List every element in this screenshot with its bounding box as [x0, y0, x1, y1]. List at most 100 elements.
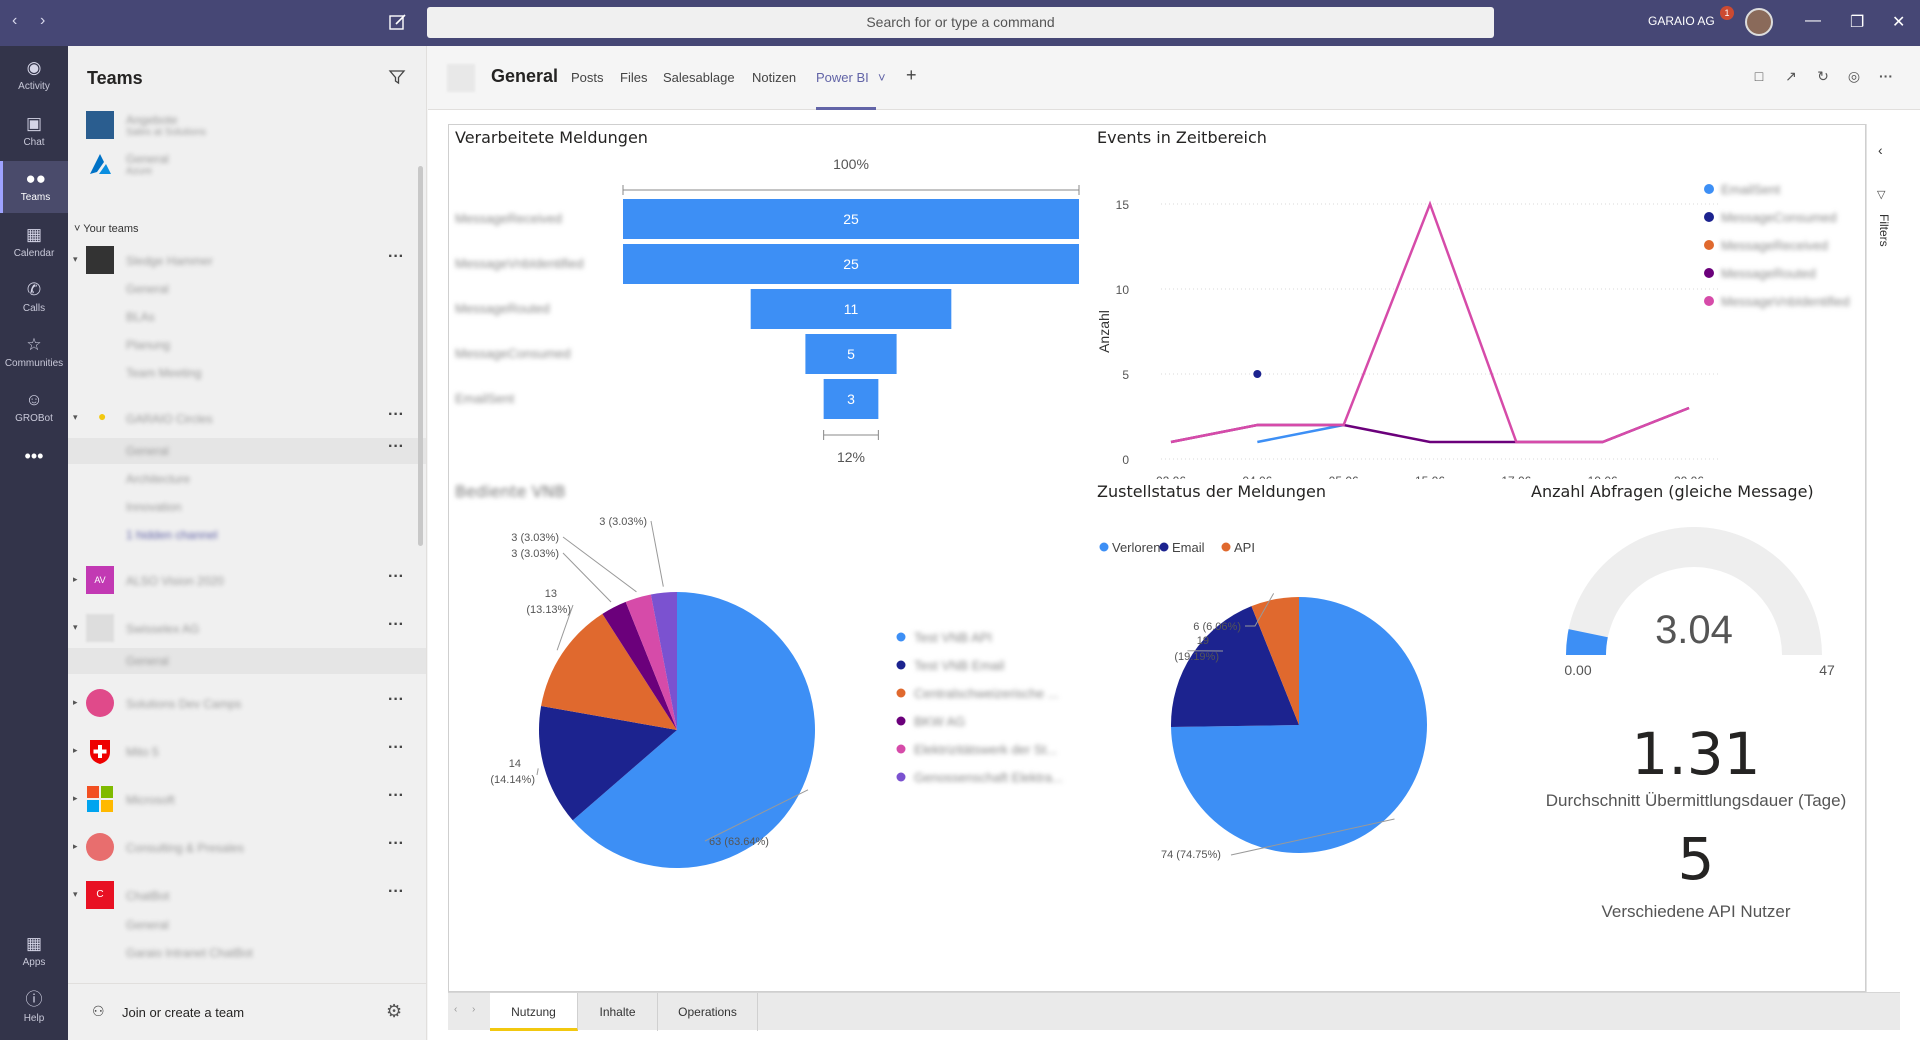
more-options-icon[interactable]: ···: [388, 438, 404, 456]
channel-item[interactable]: Team Meeting: [68, 360, 426, 386]
kpi-avg-label: Durchschnitt Übermittlungsdauer (Tage): [1545, 791, 1847, 810]
team-item[interactable]: ▾ Swisselex AG ···: [68, 614, 426, 642]
funnel-chart[interactable]: 100% 25 MessageReceived 25 MessageVnbIdentif…: [449, 149, 1089, 479]
channel-item[interactable]: Planung: [68, 332, 426, 358]
more-options-icon[interactable]: ···: [388, 248, 404, 266]
section-label: Your teams: [83, 223, 139, 235]
back-arrow-icon[interactable]: ‹: [12, 12, 17, 30]
more-options-icon[interactable]: ···: [388, 883, 404, 901]
rail-calls[interactable]: ✆ Calls: [0, 272, 68, 324]
channel-name: General: [126, 654, 169, 668]
org-switcher[interactable]: GARAIO AG: [1648, 14, 1715, 28]
expand-icon[interactable]: ↗: [1783, 68, 1799, 84]
tab-power-bi[interactable]: Power BI: [816, 70, 869, 85]
gauge-max-label: 47: [1819, 662, 1835, 675]
channel-item[interactable]: BLAs: [68, 304, 426, 330]
forward-arrow-icon[interactable]: ›: [40, 12, 45, 30]
team-item[interactable]: ▾ C ChatBot ···: [68, 881, 426, 909]
channel-name: General: [126, 282, 169, 296]
restore-icon[interactable]: ❐: [1850, 12, 1864, 32]
title-bar: ‹ › Search for or type a command GARAIO …: [0, 0, 1920, 46]
more-options-icon[interactable]: ···: [1878, 68, 1894, 84]
add-tab-icon[interactable]: +: [906, 65, 917, 86]
pie-chart-status[interactable]: Verloren Email API 74 (74.75%) 19 (19.19%) 6 (…: [1089, 505, 1519, 985]
minimize-icon[interactable]: —: [1805, 12, 1821, 30]
pie-data-label: (19.19%): [1174, 651, 1219, 663]
y-axis-title: Anzahl: [1096, 310, 1112, 353]
pie-chart-vnb[interactable]: 63 (63.64%) Test VNB API 14 (14.14%) Test VN…: [449, 505, 1089, 985]
kpi-users-label: Verschiedene API Nutzer: [1601, 902, 1791, 921]
more-options-icon[interactable]: ···: [388, 787, 404, 805]
channel-item[interactable]: Innovation: [68, 494, 426, 520]
tab-notizen[interactable]: Notizen: [752, 70, 796, 85]
team-item[interactable]: ▾ ● GARAIO Circles ···: [68, 406, 426, 432]
rail-apps[interactable]: ▦ Apps: [0, 926, 68, 978]
page-tab-operations[interactable]: Operations: [658, 993, 758, 1031]
chevron-right-icon[interactable]: ›: [472, 1004, 475, 1015]
rail-activity[interactable]: ◉ Activity: [0, 50, 68, 102]
more-options-icon[interactable]: ···: [388, 568, 404, 586]
more-options-icon[interactable]: ···: [388, 739, 404, 757]
close-icon[interactable]: ✕: [1892, 12, 1905, 32]
team-item[interactable]: ▾ Sledge Hammer ···: [68, 246, 426, 274]
more-options-icon[interactable]: ···: [388, 616, 404, 634]
team-logo: [86, 246, 114, 274]
pie-data-label: 3 (3.03%): [511, 548, 559, 560]
gear-icon[interactable]: ⚙: [386, 1001, 402, 1022]
tab-posts[interactable]: Posts: [571, 70, 604, 85]
more-apps-button[interactable]: •••: [0, 446, 68, 498]
legend-marker: [1704, 240, 1714, 250]
channel-item[interactable]: General: [68, 276, 426, 302]
channel-item[interactable]: Garaio Intranet ChatBot: [68, 940, 426, 966]
chevron-left-icon[interactable]: ‹: [454, 1004, 457, 1015]
channel-item[interactable]: General: [68, 912, 426, 938]
channel-item[interactable]: General: [68, 648, 426, 674]
compose-icon[interactable]: [387, 11, 409, 33]
channel-item[interactable]: General ···: [68, 438, 426, 464]
team-item[interactable]: ▸ Solutions Dev Camps ···: [68, 689, 426, 717]
scrollbar[interactable]: [418, 166, 423, 546]
globe-icon[interactable]: ◎: [1846, 68, 1862, 84]
chevron-down-icon[interactable]: ˅: [878, 70, 886, 85]
team-item[interactable]: ▸ Microsoft ···: [68, 786, 426, 813]
rail-communities[interactable]: ☆ Communities: [0, 327, 68, 379]
rail-teams[interactable]: ●● Teams: [0, 161, 68, 213]
more-options-icon[interactable]: ···: [388, 406, 404, 424]
team-name: Swisselex AG: [126, 622, 200, 636]
rail-chat[interactable]: ▣ Chat: [0, 106, 68, 158]
team-item[interactable]: ▸ Consulting & Presales ···: [68, 833, 426, 861]
chevron-left-icon[interactable]: ‹: [1878, 142, 1883, 158]
legend-marker: [1704, 296, 1714, 306]
tab-salesablage[interactable]: Salesablage: [663, 70, 735, 85]
pie-data-label: 74 (74.75%): [1161, 849, 1221, 861]
pinned-channel[interactable]: Angebote Sales at Solutions: [68, 111, 426, 139]
pinned-channel[interactable]: General Azure: [68, 152, 426, 178]
refresh-icon[interactable]: ↻: [1815, 68, 1831, 84]
section-header[interactable]: ˅ Your teams: [74, 223, 139, 235]
line-chart[interactable]: 0 5 10 15 02.06 04.06 05.06 15.06 17.06 19.06 20.0…: [1089, 149, 1859, 479]
channel-item[interactable]: 1 hidden channel: [68, 522, 426, 548]
more-options-icon[interactable]: ···: [388, 691, 404, 709]
avatar[interactable]: [1745, 8, 1773, 36]
team-item[interactable]: ▸ AV ALSO Vision 2020 ···: [68, 566, 426, 594]
add-team-icon: ⚇: [92, 1003, 105, 1019]
team-item[interactable]: ▸ Mito 5 ···: [68, 739, 426, 765]
rail-calendar[interactable]: ▦ Calendar: [0, 217, 68, 269]
pinned-team-name: General: [126, 152, 169, 166]
gauge-chart[interactable]: 3.04 0.00 47: [1529, 505, 1859, 675]
join-create-team-button[interactable]: ⚇ Join or create a team ⚙: [68, 983, 426, 1040]
filter-icon[interactable]: [388, 68, 406, 86]
legend-label: Genossenschaft Elektra...: [914, 770, 1063, 785]
page-tab-inhalte[interactable]: Inhalte: [578, 993, 658, 1031]
more-options-icon[interactable]: ···: [388, 835, 404, 853]
page-tab-nutzung[interactable]: Nutzung: [490, 993, 578, 1031]
team-logo: C: [86, 881, 114, 909]
search-input[interactable]: Search for or type a command: [427, 7, 1494, 38]
channel-item[interactable]: Architecture: [68, 466, 426, 492]
filters-pane[interactable]: ‹ ▽ Filters: [1866, 124, 1900, 992]
tab-files[interactable]: Files: [620, 70, 647, 85]
rail-help[interactable]: ⓘ Help: [0, 982, 68, 1034]
conversation-icon[interactable]: □: [1751, 68, 1767, 84]
rail-grobot[interactable]: ☺ GROBot: [0, 382, 68, 434]
swiss-shield-icon: [90, 740, 110, 764]
